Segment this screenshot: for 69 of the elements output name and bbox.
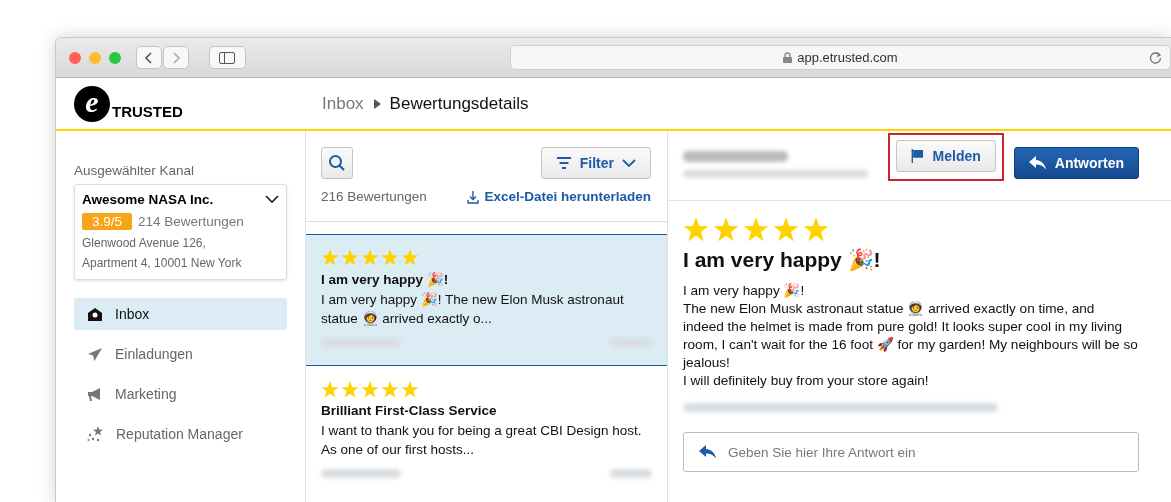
filter-button[interactable]: Filter: [540, 147, 651, 179]
reply-icon: [1028, 156, 1047, 170]
nav-item[interactable]: Inbox: [74, 298, 287, 330]
address-line: Apartment 4, 10001 New York: [82, 255, 243, 272]
star-icon: [401, 381, 419, 398]
channel-selector[interactable]: Awesome NASA Inc. 3.9/5 214 Bewertungen Glenwood Avenue 126, Apartment 4, 10001 New York: [74, 184, 287, 280]
logo-mark: e: [74, 85, 110, 122]
window-controls-icon[interactable]: [68, 50, 124, 65]
search-icon: [328, 154, 346, 172]
review-title: I am very happy 🎉!: [683, 248, 882, 272]
star-icon: [341, 249, 359, 266]
chevron-down-icon: [265, 195, 279, 204]
review-text: I am very happy 🎉!: [683, 282, 806, 300]
review-count: 216 Bewertungen: [321, 189, 427, 204]
logo-text: TRUSTED: [112, 102, 183, 120]
review-excerpt: I want to thank you for being a great CBI Design host. As one of our first hosts...: [321, 422, 643, 459]
star-icon: [803, 217, 829, 242]
flag-icon: [910, 148, 925, 164]
reply-field[interactable]: Geben Sie hier Ihre Antwort ein: [683, 432, 1139, 472]
lock-icon: [783, 52, 793, 63]
nav-item[interactable]: Einladungen: [74, 338, 287, 370]
star-icon: [361, 381, 379, 398]
back-button[interactable]: [136, 46, 162, 69]
review-count: 214 Bewertungen: [138, 214, 244, 229]
address-line: Glenwood Avenue 126,: [82, 235, 207, 252]
page-title: Bewertungsdetails: [389, 93, 529, 114]
star-icon: [321, 381, 339, 398]
review-title: Brilliant First-Class Service: [321, 403, 498, 418]
reload-icon[interactable]: [1149, 51, 1162, 64]
search-button[interactable]: [321, 147, 353, 179]
star-icon: [361, 249, 379, 266]
paper-plane-icon: [87, 346, 103, 362]
megaphone-icon: [87, 386, 103, 402]
sidebar-toggle-button[interactable]: [209, 46, 246, 69]
chevron-down-icon: [622, 158, 636, 168]
chevron-right-icon: [171, 50, 181, 65]
star-icon: [773, 217, 799, 242]
channel-name: Awesome NASA Inc.: [82, 192, 214, 207]
rating-badge: 3.9/5: [82, 213, 133, 230]
reply-button[interactable]: Antworten: [1013, 147, 1139, 179]
sparkle-stars-icon: [87, 426, 104, 442]
nav-item[interactable]: Marketing: [74, 378, 287, 410]
sidebar-icon: [219, 51, 236, 64]
blurred-date: [610, 469, 652, 478]
review-text: The new Elon Musk astronaut statue 🧑‍🚀 arrived exactly on time, and indeed the helmet is made from pure gold! It looks super cool in my living room, I can't wait for the 16 foot 🚀 for my garden! My neighbours will be so jealous!: [683, 300, 1139, 372]
download-link[interactable]: Excel-Datei herunterladen: [467, 189, 651, 204]
star-icon: [321, 249, 339, 266]
download-icon: [467, 189, 480, 204]
review-text: I will definitely buy from your store again!: [683, 372, 930, 390]
url-text: app.etrusted.com: [797, 50, 898, 65]
report-button[interactable]: Melden: [895, 140, 996, 172]
filter-icon: [555, 157, 572, 169]
star-icon: [401, 249, 419, 266]
star-icon: [713, 217, 739, 242]
channel-label: Ausgewählter Kanal: [74, 163, 196, 178]
chevron-left-icon: [144, 50, 154, 65]
breadcrumb-link[interactable]: Inbox: [322, 93, 364, 114]
review-item[interactable]: Brilliant First-Class Service I want to thank you for being a great CBI Design host. As one of our first hosts...: [306, 366, 667, 498]
star-icon: [743, 217, 769, 242]
review-excerpt: I am very happy 🎉! The new Elon Musk astronaut statue 🧑‍🚀 arrived exactly o...: [321, 291, 625, 328]
review-item[interactable]: I am very happy 🎉! I am very happy 🎉! The new Elon Musk astronaut statue 🧑‍🚀 arrived exactly o...: [306, 234, 667, 366]
address-bar[interactable]: app.etrusted.com: [509, 45, 1171, 70]
review-title: I am very happy 🎉!: [321, 271, 450, 287]
star-icon: [381, 249, 399, 266]
nav-item[interactable]: Reputation Manager: [74, 418, 287, 450]
star-icon: [683, 217, 709, 242]
star-icon: [381, 381, 399, 398]
breadcrumb-separator-icon: [372, 98, 381, 109]
star-icon: [341, 381, 359, 398]
